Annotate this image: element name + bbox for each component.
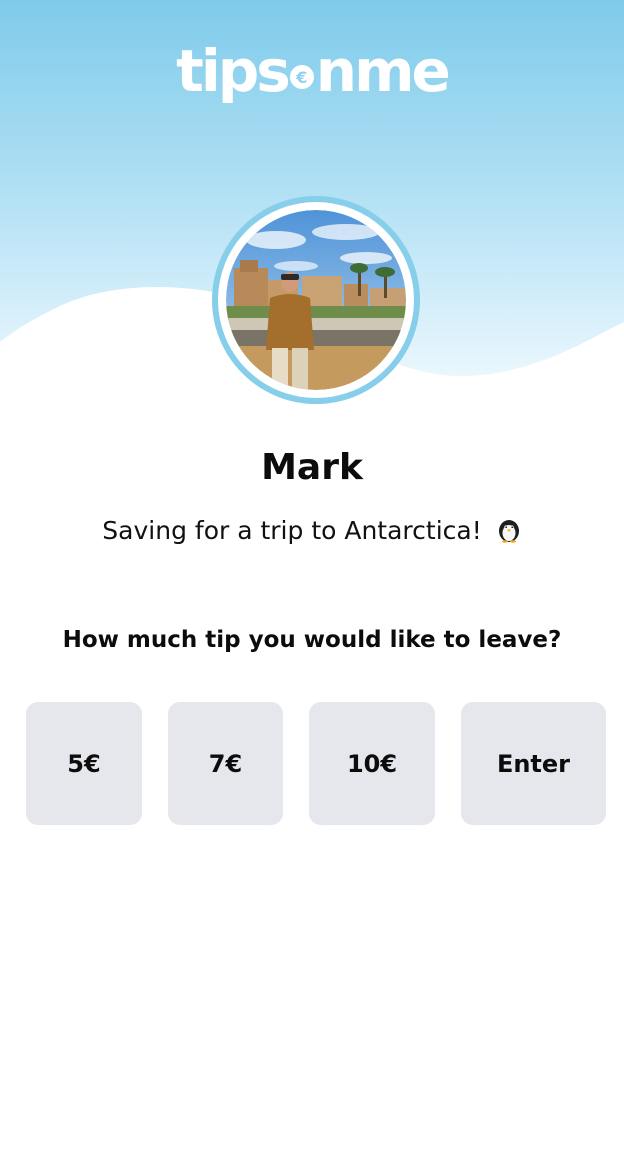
profile-message: Saving for a trip to Antarctica! <box>0 514 624 548</box>
profile-message-text: Saving for a trip to Antarctica! <box>102 516 482 545</box>
avatar <box>226 210 406 390</box>
tip-10-button[interactable]: 10€ <box>309 702 435 825</box>
logo-word-tips: tips <box>176 37 291 105</box>
tip-options: 5€ 7€ 10€ Enter <box>0 702 624 826</box>
penguin-icon <box>498 520 519 543</box>
brand-logo[interactable]: tips € nme <box>0 32 624 110</box>
euro-coin-icon: € <box>289 65 314 89</box>
tip-7-button[interactable]: 7€ <box>168 702 283 825</box>
tip-question: How much tip you would like to leave? <box>62 627 562 653</box>
tip-enter-button[interactable]: Enter <box>461 702 606 825</box>
tip-5-button[interactable]: 5€ <box>26 702 142 825</box>
avatar-ring <box>212 196 420 404</box>
logo-word-nme: nme <box>315 37 451 105</box>
profile-name: Mark <box>261 447 363 488</box>
